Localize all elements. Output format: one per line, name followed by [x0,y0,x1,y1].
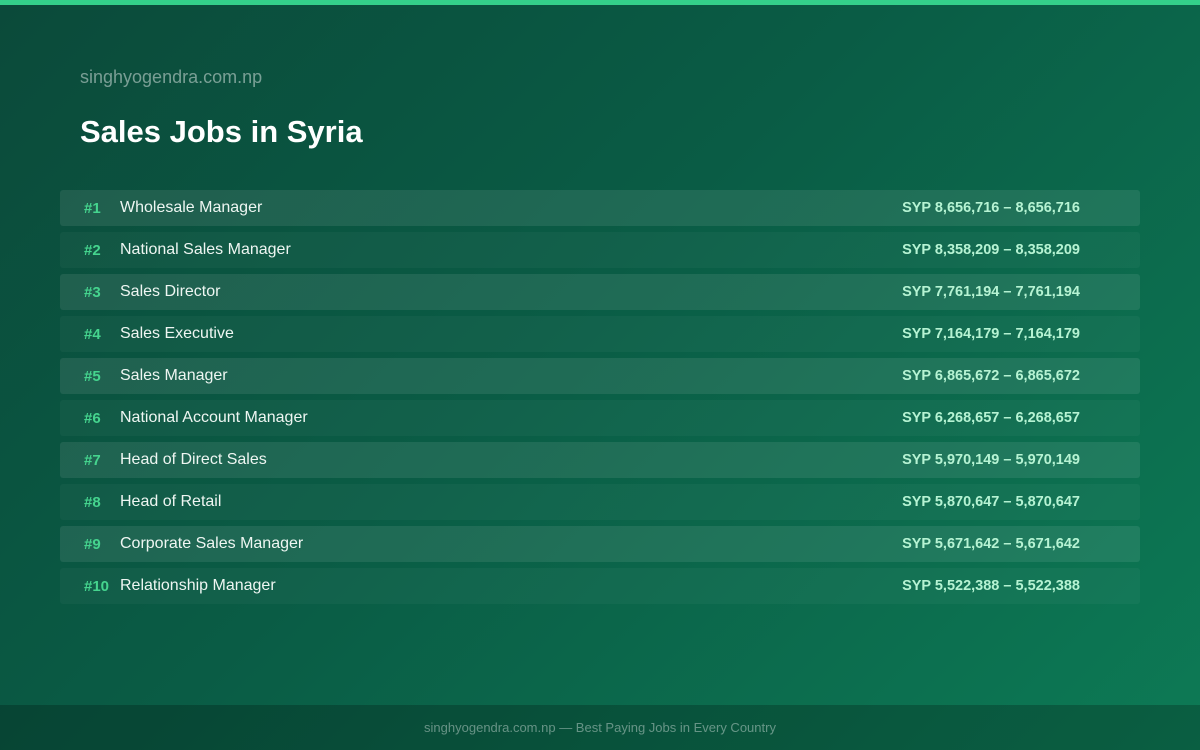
job-row: #9 Corporate Sales Manager SYP 5,671,642… [60,526,1140,562]
job-rank: #6 [84,409,101,427]
job-salary: SYP 5,870,647 – 5,870,647 [902,494,1080,510]
job-row: #4 Sales Executive SYP 7,164,179 – 7,164… [60,316,1140,352]
job-title: Sales Manager [120,367,228,384]
job-salary: SYP 7,761,194 – 7,761,194 [902,284,1080,300]
job-rank: #7 [84,451,101,469]
job-rank: #5 [84,367,101,385]
job-row: #8 Head of Retail SYP 5,870,647 – 5,870,… [60,484,1140,520]
job-salary: SYP 6,865,672 – 6,865,672 [902,368,1080,384]
job-row: #6 National Account Manager SYP 6,268,65… [60,400,1140,436]
job-row: #2 National Sales Manager SYP 8,358,209 … [60,232,1140,268]
job-title: Sales Director [120,283,221,300]
job-rank: #8 [84,493,101,511]
job-rank: #9 [84,535,101,553]
job-salary: SYP 8,358,209 – 8,358,209 [902,242,1080,258]
site-name: singhyogendra.com.np [80,67,263,87]
footer-bar: singhyogendra.com.np — Best Paying Jobs … [0,705,1200,750]
page-title: Sales Jobs in Syria [80,114,363,149]
job-title: Sales Executive [120,325,234,342]
job-salary: SYP 5,522,388 – 5,522,388 [902,578,1080,594]
job-title: Corporate Sales Manager [120,535,304,552]
job-row: #1 Wholesale Manager SYP 8,656,716 – 8,6… [60,190,1140,226]
job-title: Head of Retail [120,493,222,510]
job-title: Wholesale Manager [120,199,263,216]
job-rank: #2 [84,241,101,259]
job-title: National Sales Manager [120,241,291,258]
job-salary: SYP 5,671,642 – 5,671,642 [902,536,1080,552]
job-row: #7 Head of Direct Sales SYP 5,970,149 – … [60,442,1140,478]
job-title: National Account Manager [120,409,308,426]
job-salary: SYP 5,970,149 – 5,970,149 [902,452,1080,468]
job-row: #5 Sales Manager SYP 6,865,672 – 6,865,6… [60,358,1140,394]
job-rank: #10 [84,577,110,595]
job-rank: #4 [84,325,101,343]
job-rank: #3 [84,283,101,301]
job-list: #1 Wholesale Manager SYP 8,656,716 – 8,6… [60,190,1140,610]
top-accent-bar [0,0,1200,5]
job-title: Head of Direct Sales [120,451,267,468]
footer-text: singhyogendra.com.np — Best Paying Jobs … [424,720,776,735]
job-salary: SYP 7,164,179 – 7,164,179 [902,326,1080,342]
job-salary: SYP 6,268,657 – 6,268,657 [902,410,1080,426]
job-title: Relationship Manager [120,577,276,594]
job-row: #10 Relationship Manager SYP 5,522,388 –… [60,568,1140,604]
job-rank: #1 [84,199,101,217]
job-row: #3 Sales Director SYP 7,761,194 – 7,761,… [60,274,1140,310]
job-salary: SYP 8,656,716 – 8,656,716 [902,200,1080,216]
